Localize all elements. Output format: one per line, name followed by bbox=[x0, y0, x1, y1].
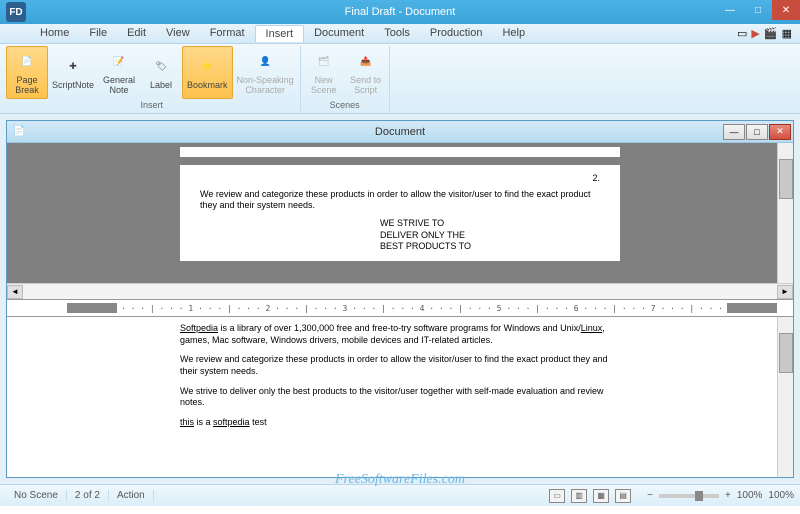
menubar: HomeFileEditViewFormatInsertDocumentTool… bbox=[0, 24, 800, 44]
view-page-button[interactable]: ▥ bbox=[571, 489, 587, 503]
ribbon-page-break[interactable]: 📄Page Break bbox=[6, 46, 48, 99]
menu-file[interactable]: File bbox=[79, 25, 117, 42]
clapper-icon[interactable]: 🎬 bbox=[764, 27, 778, 40]
view-grid-button[interactable]: ▦ bbox=[593, 489, 609, 503]
statusbar: No Scene 2 of 2 Action ▭ ▥ ▦ ▤ − + 100% … bbox=[0, 484, 800, 506]
menu-help[interactable]: Help bbox=[492, 25, 535, 42]
view-cards-button[interactable]: ▤ bbox=[615, 489, 631, 503]
doc-icon: 📄 bbox=[13, 126, 25, 137]
maximize-button[interactable]: □ bbox=[744, 0, 772, 20]
cards-icon[interactable]: ▦ bbox=[782, 27, 792, 40]
new-icon: 🗂 bbox=[312, 50, 336, 74]
send-icon: 📤 bbox=[354, 50, 378, 74]
status-page: 2 of 2 bbox=[67, 490, 109, 501]
page-text-view[interactable]: Softpedia is a library of over 1,300,000… bbox=[180, 323, 620, 429]
doc-maximize-button[interactable]: □ bbox=[746, 124, 768, 140]
zoom-in-button[interactable]: + bbox=[725, 490, 731, 501]
zoom-value: 100% bbox=[737, 490, 763, 501]
ribbon-label[interactable]: 🏷 Label bbox=[140, 46, 182, 99]
scroll-right-arrow[interactable]: ► bbox=[777, 285, 793, 299]
ribbon-non-speaking-character: 👤Non-Speaking Character bbox=[233, 46, 298, 99]
document-body: 2. We review and categorize these produc… bbox=[7, 143, 793, 477]
general-icon: 📝 bbox=[107, 50, 131, 74]
body-text: We review and categorize these products … bbox=[200, 189, 600, 212]
menu-format[interactable]: Format bbox=[200, 25, 255, 42]
play-icon[interactable]: ▶ bbox=[751, 27, 759, 40]
scroll-left-arrow[interactable]: ◄ bbox=[7, 285, 23, 299]
view-normal-button[interactable]: ▭ bbox=[549, 489, 565, 503]
ribbon-label: Label bbox=[150, 81, 172, 91]
ribbon-scriptnote[interactable]: ✚ ScriptNote bbox=[48, 46, 98, 99]
centered-block: WE STRIVE TO DELIVER ONLY THE BEST PRODU… bbox=[380, 218, 600, 253]
vertical-scrollbar-top[interactable] bbox=[777, 143, 793, 283]
status-element: Action bbox=[109, 490, 154, 501]
zoom-slider[interactable] bbox=[659, 494, 719, 498]
zoom-out-button[interactable]: − bbox=[647, 490, 653, 501]
minimize-button[interactable]: — bbox=[716, 0, 744, 20]
scriptnote-icon: ✚ bbox=[61, 55, 85, 79]
ribbon-group-label: Scenes bbox=[303, 99, 387, 111]
ribbon-label: Non-Speaking Character bbox=[237, 76, 294, 96]
ribbon-group-insert: 📄Page Break ✚ ScriptNote 📝General Note 🏷 Labe… bbox=[4, 46, 301, 111]
workspace: 📄 Document — □ ✕ 2. We review and catego… bbox=[0, 114, 800, 484]
menu-home[interactable]: Home bbox=[30, 25, 79, 42]
ribbon-label: General Note bbox=[103, 76, 135, 96]
ribbon-label: New Scene bbox=[311, 76, 337, 96]
page-view[interactable]: 2. We review and categorize these produc… bbox=[180, 165, 620, 261]
document-titlebar: 📄 Document — □ ✕ bbox=[7, 121, 793, 143]
notebook-icon[interactable]: ▭ bbox=[737, 27, 747, 40]
document-title: Document bbox=[375, 126, 425, 138]
doc-close-button[interactable]: ✕ bbox=[769, 124, 791, 140]
titlebar: FD Final Draft - Document — □ ✕ bbox=[0, 0, 800, 24]
ribbon-bookmark[interactable]: ⭐ Bookmark bbox=[182, 46, 233, 99]
window-controls: — □ ✕ bbox=[716, 0, 800, 20]
menu-insert[interactable]: Insert bbox=[255, 25, 305, 42]
ribbon-group-label: Insert bbox=[6, 99, 298, 111]
menubar-right-icons: ▭ ▶ 🎬 ▦ bbox=[737, 27, 800, 40]
menu-document[interactable]: Document bbox=[304, 25, 374, 42]
top-pane[interactable]: 2. We review and categorize these produc… bbox=[7, 143, 793, 283]
doc-minimize-button[interactable]: — bbox=[723, 124, 745, 140]
ribbon-send-to-script: 📤Send to Script bbox=[345, 46, 387, 99]
bottom-pane[interactable]: Softpedia is a library of over 1,300,000… bbox=[7, 317, 793, 477]
document-window: 📄 Document — □ ✕ 2. We review and catego… bbox=[6, 120, 794, 478]
bookmark-icon: ⭐ bbox=[195, 55, 219, 79]
horizontal-scrollbar[interactable]: ◄ ► bbox=[7, 283, 793, 299]
ruler[interactable]: · · · | · · · 1 · · · | · · · 2 · · · | … bbox=[7, 299, 793, 317]
page-icon: 📄 bbox=[15, 50, 39, 74]
app-title: Final Draft - Document bbox=[345, 6, 456, 18]
close-button[interactable]: ✕ bbox=[772, 0, 800, 20]
ribbon-general-note[interactable]: 📝General Note bbox=[98, 46, 140, 99]
menu-tools[interactable]: Tools bbox=[374, 25, 420, 42]
non-speaking-icon: 👤 bbox=[253, 50, 277, 74]
zoom-value-2: 100% bbox=[768, 490, 794, 501]
ribbon: 📄Page Break ✚ ScriptNote 📝General Note 🏷 Labe… bbox=[0, 44, 800, 114]
status-scene: No Scene bbox=[6, 490, 67, 501]
ribbon-label: Bookmark bbox=[187, 81, 228, 91]
ribbon-group-scenes: 🗂New Scene📤Send to ScriptScenes bbox=[301, 46, 390, 111]
page-number: 2. bbox=[200, 173, 600, 185]
menu-view[interactable]: View bbox=[156, 25, 200, 42]
menu-production[interactable]: Production bbox=[420, 25, 493, 42]
label-icon: 🏷 bbox=[149, 55, 173, 79]
menu-edit[interactable]: Edit bbox=[117, 25, 156, 42]
app-icon: FD bbox=[6, 2, 26, 22]
ribbon-label: ScriptNote bbox=[52, 81, 94, 91]
ribbon-new-scene: 🗂New Scene bbox=[303, 46, 345, 99]
vertical-scrollbar-bottom[interactable] bbox=[777, 317, 793, 477]
ribbon-label: Page Break bbox=[15, 76, 39, 96]
ribbon-label: Send to Script bbox=[350, 76, 381, 96]
